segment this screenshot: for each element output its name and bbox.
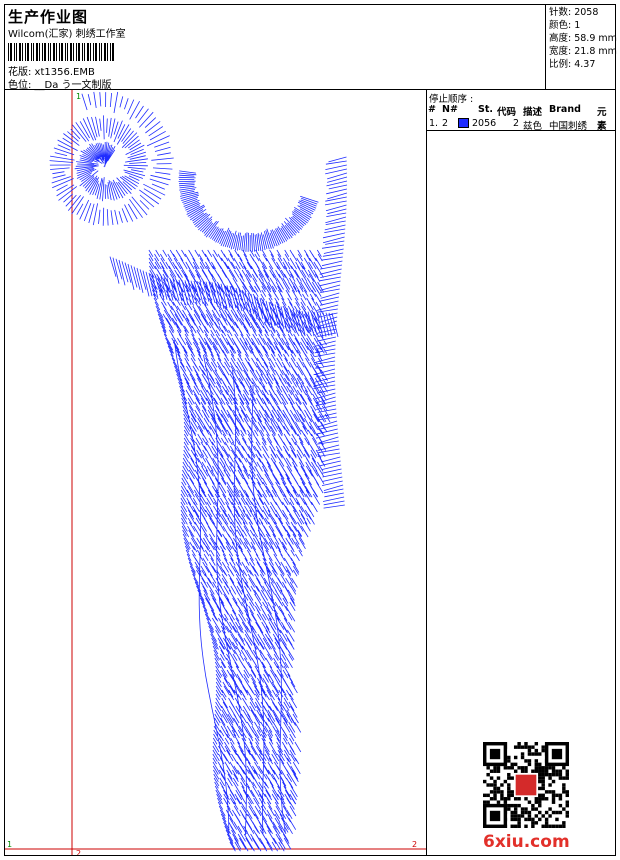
stat-width: 宽度: 21.8 mm [549,46,617,57]
stat-height: 高度: 58.9 mm [549,33,617,44]
col-hash: # [428,104,436,115]
col-stitches: St. [478,104,493,115]
col-code: 代码 [497,107,517,118]
row-needle: 2 [442,118,449,129]
corner-label-bottom: 2 [76,849,81,855]
stitch-pattern [49,91,348,852]
stat-stitches: 针数: 2058 [549,7,599,18]
sheet-header: 生产作业图 Wilcom(汇家) 刺绣工作室 花版: xt1356.EMB 色位… [5,5,617,91]
embroidery-design: 1 1 2 2 [5,90,426,858]
production-sheet: 生产作业图 Wilcom(汇家) 刺绣工作室 花版: xt1356.EMB 色位… [4,4,617,858]
qr-code [483,742,569,828]
col-needle: N# [442,104,458,115]
site-watermark: 6xiu.com [483,832,570,852]
sheet-title: 生产作业图 [8,8,89,26]
stat-colors: 颜色: 1 [549,20,581,31]
color-swatch [458,118,469,128]
corner-label-right: 2 [412,840,417,849]
stitch-path [49,91,348,852]
col-desc: 描述 [523,107,543,118]
table-divider [427,130,615,131]
stop-sequence-title: 停止顺序 : [429,94,474,105]
col-brand: Brand [549,104,581,115]
row-index: 1. [429,118,439,129]
col-element: 元素 [597,107,607,132]
stats-panel: 针数: 2058 颜色: 1 高度: 58.9 mm 宽度: 21.8 mm 比… [545,5,617,89]
company-name: Wilcom(汇家) 刺绣工作室 [8,29,126,40]
barcode [8,43,114,61]
color-sequence: 色位: __Da う一文制版 [8,80,112,91]
row-code: 2 [513,118,520,129]
corner-label-top: 1 [76,92,81,101]
stat-scale: 比例: 4.37 [549,59,596,70]
row-stitches: 2056 [472,118,497,129]
corner-label-left: 1 [7,840,12,849]
stop-sequence-panel: 停止顺序 : # N# St. 代码 描述 Brand 元素 1. 2 2056… [427,90,615,855]
design-canvas: 1 1 2 2 [5,90,427,858]
